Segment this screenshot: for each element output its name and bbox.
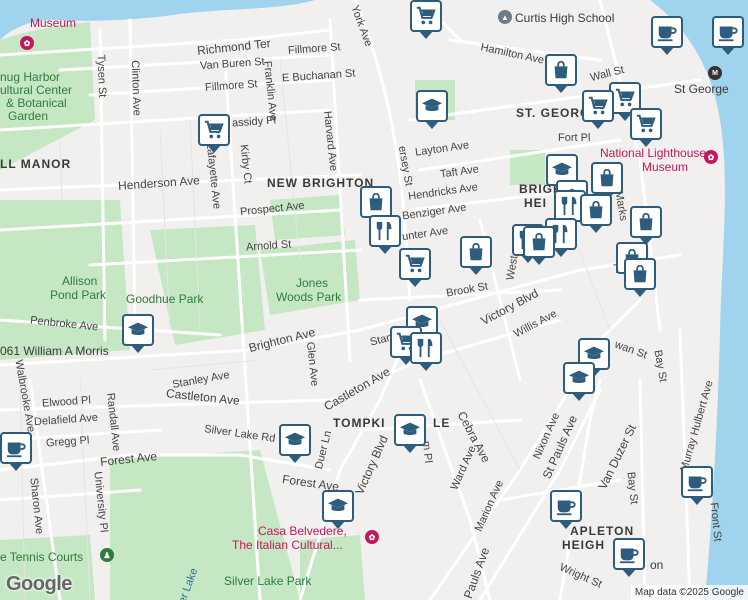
school-cap-icon bbox=[568, 370, 590, 384]
snug-harbor-label-1[interactable]: nug Harbor bbox=[0, 70, 60, 84]
school-cap-icon bbox=[327, 498, 349, 512]
stapleton-station-label[interactable]: on bbox=[650, 558, 663, 572]
shopping-bag-icon-marker[interactable] bbox=[545, 54, 577, 93]
street-tysen: Tysen St bbox=[94, 54, 109, 98]
school-cap-icon-marker[interactable] bbox=[322, 490, 354, 529]
st-george-label[interactable]: St George bbox=[674, 82, 729, 96]
lighthouse-pin-icon[interactable]: ✿ bbox=[704, 150, 718, 164]
coffee-cup-icon-marker[interactable] bbox=[550, 490, 582, 529]
shopping-bag-icon bbox=[369, 192, 383, 211]
shopping-cart-icon-marker[interactable] bbox=[198, 114, 230, 153]
area-stapleton-2: HEIGH bbox=[562, 538, 606, 552]
shopping-bag-icon-marker[interactable] bbox=[523, 226, 555, 265]
casa-pin-icon[interactable]: ✿ bbox=[365, 530, 379, 544]
shopping-cart-icon bbox=[636, 114, 656, 133]
coffee-cup-icon bbox=[718, 26, 738, 42]
allison-park-label-1[interactable]: Allison bbox=[62, 274, 97, 288]
area-tompkinsville-1: TOMPKI bbox=[333, 416, 386, 430]
school-cap-icon-marker[interactable] bbox=[279, 424, 311, 463]
school-cap-icon-marker[interactable] bbox=[122, 314, 154, 353]
shopping-bag-icon-marker[interactable] bbox=[460, 236, 492, 275]
jones-woods-label-2[interactable]: Woods Park bbox=[276, 290, 341, 304]
google-logo: Google bbox=[6, 573, 72, 595]
school-cap-icon bbox=[127, 322, 149, 336]
coffee-cup-icon bbox=[657, 26, 677, 42]
shopping-bag-icon bbox=[469, 242, 483, 261]
restaurant-icon-marker[interactable] bbox=[369, 215, 401, 254]
shopping-bag-icon-marker[interactable] bbox=[360, 186, 392, 225]
coffee-cup-icon-marker[interactable] bbox=[651, 16, 683, 55]
area-tompkinsville-2: LE bbox=[433, 416, 451, 430]
coffee-cup-icon-marker[interactable] bbox=[0, 432, 32, 471]
shopping-bag-icon bbox=[600, 168, 614, 187]
map-attribution[interactable]: Map data ©2025 Google bbox=[630, 585, 748, 600]
morris-school-label[interactable]: 061 William A Morris bbox=[0, 344, 109, 358]
coffee-cup-icon-marker[interactable] bbox=[712, 16, 744, 55]
silver-lake-park-label[interactable]: Silver Lake Park bbox=[224, 574, 311, 588]
museum-label[interactable]: Museum bbox=[30, 16, 76, 30]
jones-woods-label-1[interactable]: Jones bbox=[296, 276, 328, 290]
tennis-courts-label[interactable]: e Tennis Courts bbox=[0, 550, 83, 564]
school-cap-icon bbox=[551, 162, 573, 176]
curtis-high-school-label[interactable]: Curtis High School bbox=[515, 11, 614, 25]
snug-harbor-label-3[interactable]: & Botanical bbox=[6, 96, 67, 110]
area-manor: LL MANOR bbox=[0, 157, 72, 171]
shopping-cart-icon bbox=[204, 120, 224, 139]
shopping-cart-icon bbox=[405, 254, 425, 273]
lighthouse-label-2[interactable]: Museum bbox=[642, 160, 688, 174]
school-cap-icon bbox=[399, 422, 421, 436]
school-cap-icon-marker[interactable] bbox=[394, 414, 426, 453]
shopping-cart-icon-marker[interactable] bbox=[410, 0, 442, 39]
shopping-bag-icon-marker[interactable] bbox=[591, 162, 623, 201]
restaurant-icon bbox=[417, 338, 433, 358]
shopping-cart-icon bbox=[615, 88, 635, 107]
area-brighton-heights-2: HEI bbox=[524, 196, 548, 210]
shopping-cart-icon bbox=[588, 96, 608, 115]
museum-pin-icon[interactable]: ✿ bbox=[20, 36, 34, 50]
area-new-brighton: NEW BRIGHTON bbox=[267, 176, 375, 190]
snug-harbor-label-4[interactable]: Garden bbox=[8, 109, 48, 123]
snug-harbor-label-2[interactable]: ultural Center bbox=[0, 83, 72, 97]
street-clinton: Clinton Ave bbox=[128, 60, 143, 116]
shopping-bag-icon-marker[interactable] bbox=[630, 206, 662, 245]
shopping-bag-icon-marker[interactable] bbox=[624, 258, 656, 297]
shopping-bag-icon bbox=[639, 212, 653, 231]
shopping-bag-icon bbox=[532, 232, 546, 251]
casa-belvedere-label-2[interactable]: The Italian Cultural... bbox=[232, 538, 343, 552]
school-cap-icon bbox=[284, 432, 306, 446]
shopping-bag-icon-marker[interactable] bbox=[580, 194, 612, 233]
coffee-cup-icon-marker[interactable] bbox=[681, 466, 713, 505]
shopping-cart-icon-marker[interactable] bbox=[582, 90, 614, 129]
restaurant-icon bbox=[376, 221, 392, 241]
area-stapleton-1: APLETON bbox=[570, 524, 635, 538]
tennis-pin-icon[interactable]: ♟ bbox=[100, 548, 114, 562]
school-cap-icon-marker[interactable] bbox=[563, 362, 595, 401]
lighthouse-label-1[interactable]: National Lighthouse bbox=[600, 146, 706, 160]
coffee-cup-icon bbox=[619, 548, 639, 564]
school-pin-icon[interactable]: ▲ bbox=[498, 10, 512, 24]
shopping-bag-icon bbox=[554, 60, 568, 79]
school-cap-icon-marker[interactable] bbox=[416, 90, 448, 129]
coffee-cup-icon-marker[interactable] bbox=[613, 538, 645, 577]
area-st-george: ST. GEORG bbox=[516, 106, 591, 120]
shopping-bag-icon bbox=[589, 200, 603, 219]
coffee-cup-icon bbox=[556, 500, 576, 516]
school-cap-icon bbox=[421, 98, 443, 112]
map-canvas[interactable]: Museum ✿ nug Harbor ultural Center & Bot… bbox=[0, 0, 748, 600]
coffee-cup-icon bbox=[687, 476, 707, 492]
subway-pin-icon[interactable]: M bbox=[708, 66, 722, 80]
coffee-cup-icon bbox=[6, 442, 26, 458]
shopping-cart-icon-marker[interactable] bbox=[630, 108, 662, 147]
street-fort-pl: Fort Pl bbox=[558, 132, 591, 144]
restaurant-icon bbox=[561, 196, 577, 216]
goodhue-park-label[interactable]: Goodhue Park bbox=[126, 292, 203, 306]
shopping-cart-icon-marker[interactable] bbox=[399, 248, 431, 287]
shopping-bag-icon bbox=[633, 264, 647, 283]
allison-park-label-2[interactable]: Pond Park bbox=[50, 288, 106, 302]
shopping-cart-icon bbox=[416, 6, 436, 25]
restaurant-icon-marker[interactable] bbox=[410, 332, 442, 371]
